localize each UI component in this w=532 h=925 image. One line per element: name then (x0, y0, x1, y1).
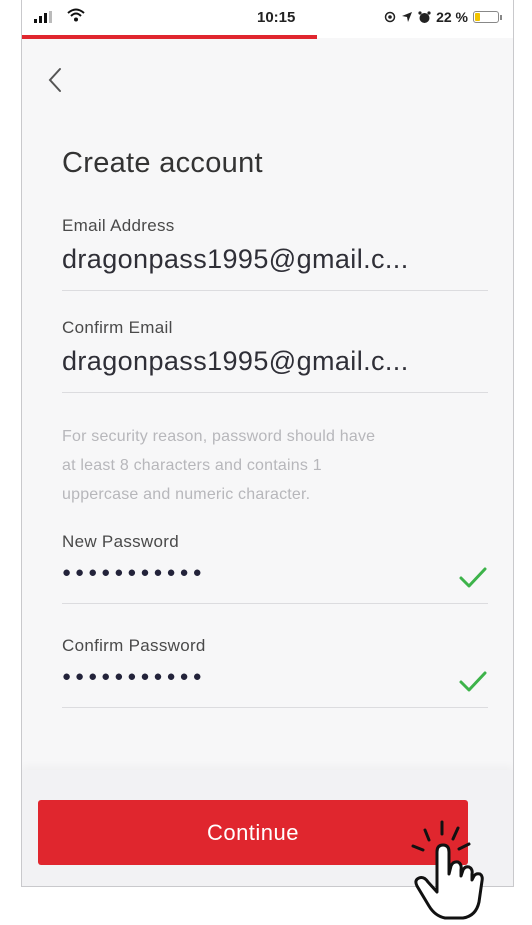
confirm-email-label: Confirm Email (62, 318, 173, 337)
password-hint-line: For security reason, password should hav… (62, 428, 376, 445)
phone-screen: 10:15 22 % Create account Email Address … (21, 0, 514, 887)
password-hint-line: at least 8 characters and contains 1 (62, 457, 322, 474)
email-label: Email Address (62, 216, 175, 235)
confirm-password-field[interactable]: Confirm Password ●●●●●●●●●●● (62, 636, 488, 708)
page-title: Create account (62, 147, 263, 179)
check-icon (459, 567, 487, 588)
confirm-password-input[interactable]: ●●●●●●●●●●● (62, 668, 488, 685)
check-icon (459, 671, 487, 692)
status-right: 22 % (384, 9, 502, 25)
location-icon (384, 11, 396, 23)
confirm-email-field[interactable]: Confirm Email dragonpass1995@gmail.c... (62, 318, 488, 393)
confirm-email-input[interactable]: dragonpass1995@gmail.c... (62, 346, 488, 377)
new-password-label: New Password (62, 532, 179, 551)
navigation-arrow-icon (402, 12, 413, 22)
status-bar: 10:15 22 % (22, 0, 513, 38)
signup-progress-bar (22, 35, 513, 39)
email-field[interactable]: Email Address dragonpass1995@gmail.c... (62, 216, 488, 291)
email-input[interactable]: dragonpass1995@gmail.c... (62, 244, 488, 275)
battery-percent: 22 % (436, 9, 468, 25)
password-hint: For security reason, password should hav… (62, 422, 488, 509)
alarm-icon (418, 10, 431, 23)
chevron-left-icon (48, 68, 61, 92)
password-hint-line: uppercase and numeric character. (62, 486, 311, 503)
new-password-input[interactable]: ●●●●●●●●●●● (62, 564, 488, 581)
new-password-field[interactable]: New Password ●●●●●●●●●●● (62, 532, 488, 604)
battery-icon (473, 11, 502, 23)
continue-button[interactable]: Continue (38, 800, 468, 865)
confirm-password-label: Confirm Password (62, 636, 206, 655)
back-button[interactable] (48, 62, 78, 98)
